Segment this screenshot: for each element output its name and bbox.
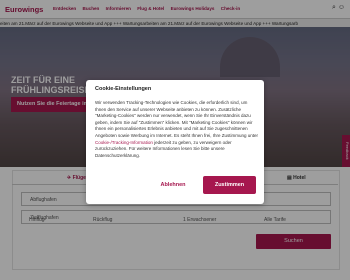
cookie-text-main: Wir verwenden Tracking-Technologien wie … bbox=[95, 100, 259, 138]
decline-button[interactable]: Ablehnen bbox=[145, 176, 201, 194]
cookie-dialog-text: Wir verwenden Tracking-Technologien wie … bbox=[95, 100, 259, 159]
cookie-dialog-title: Cookie-Einstellungen bbox=[95, 86, 152, 92]
accept-button[interactable]: Zustimmen bbox=[203, 176, 256, 194]
cookie-info-link[interactable]: Cookie-/Tracking-Information bbox=[95, 140, 153, 145]
cookie-dialog: Cookie-Einstellungen Wir verwenden Track… bbox=[86, 80, 264, 204]
